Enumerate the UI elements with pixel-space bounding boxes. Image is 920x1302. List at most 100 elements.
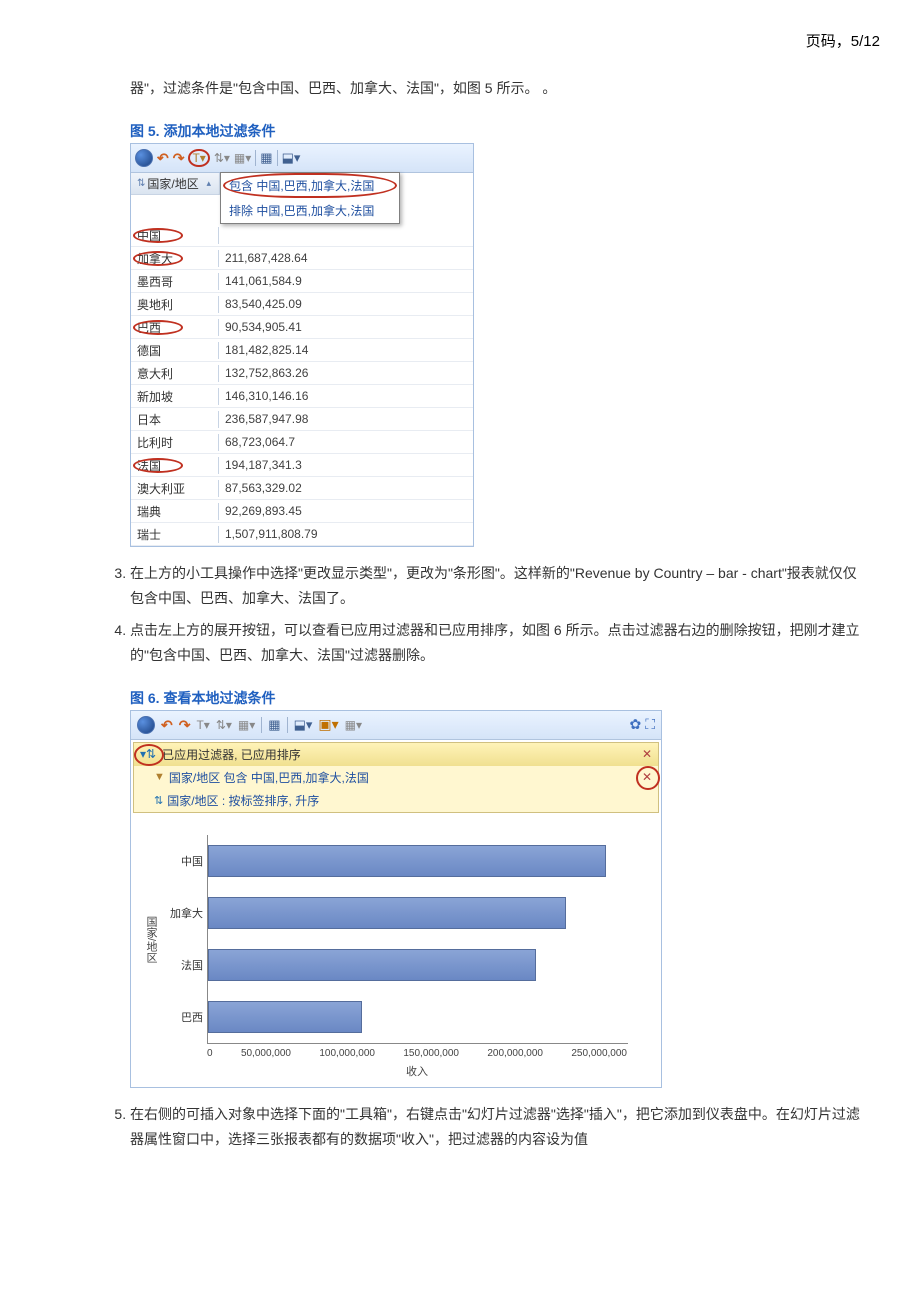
country-cell[interactable]: 比利时: [131, 434, 219, 451]
expand-icon[interactable]: ⛶: [645, 716, 655, 733]
column-header-country[interactable]: ⇅ 国家/地区 ▴: [131, 173, 219, 195]
value-cell: 132,752,863.26: [219, 366, 473, 380]
instruction-list-2: 在右侧的可插入对象中选择下面的"工具箱"，右键点击"幻灯片过滤器"选择"插入"，…: [100, 1102, 860, 1152]
value-cell: 90,534,905.41: [219, 320, 473, 334]
applied-filters-title-bar[interactable]: ▾⇅ 已应用过滤器, 已应用排序 ✕: [134, 743, 658, 766]
value-cell: 83,540,425.09: [219, 297, 473, 311]
gear-icon[interactable]: ✿: [629, 716, 641, 733]
menu-item-exclude[interactable]: 排除 中国,巴西,加拿大,法国: [221, 198, 399, 223]
value-cell: 87,563,329.02: [219, 481, 473, 495]
filter-toolbar-icon[interactable]: T▾: [196, 718, 209, 732]
country-cell[interactable]: 中国: [131, 227, 219, 244]
property-icon[interactable]: ▣▾: [318, 716, 338, 733]
figure-5-caption: 图 5. 添加本地过滤条件: [130, 121, 880, 141]
chart-type-icon[interactable]: ⬓▾: [294, 717, 313, 733]
country-cell[interactable]: 加拿大: [131, 250, 219, 267]
table-row: 中国: [131, 224, 473, 247]
grid-icon[interactable]: ▦: [268, 717, 280, 733]
country-cell[interactable]: 意大利: [131, 365, 219, 382]
table-row: 瑞典92,269,893.45: [131, 500, 473, 523]
table-row: 意大利132,752,863.26: [131, 362, 473, 385]
filter-icon[interactable]: T▾: [188, 149, 209, 167]
sort-toolbar-icon[interactable]: ⇅▾: [216, 718, 232, 732]
delete-filter-icon[interactable]: ✕: [642, 770, 652, 784]
country-cell[interactable]: 墨西哥: [131, 273, 219, 290]
value-cell: 181,482,825.14: [219, 343, 473, 357]
chart-x-tick: 250,000,000: [571, 1048, 627, 1059]
chart-bar: [208, 897, 566, 929]
toolbar-separator: [255, 150, 256, 166]
highlight-oval: [134, 744, 164, 766]
country-cell[interactable]: 瑞典: [131, 503, 219, 520]
table-row: 澳大利亚87,563,329.02: [131, 477, 473, 500]
menu-item-include[interactable]: 包含 中国,巴西,加拿大,法国: [221, 173, 399, 198]
chart-category-label: 巴西: [159, 991, 207, 1043]
table-row: 加拿大211,687,428.64: [131, 247, 473, 270]
back-icon[interactable]: [135, 149, 153, 167]
chart-bar: [208, 949, 536, 981]
chart-y-axis-label: 国家/地区: [141, 835, 159, 1044]
sort-indicator-icon: ⇅: [137, 178, 145, 189]
country-cell[interactable]: 瑞士: [131, 526, 219, 543]
redo-icon[interactable]: ↷: [173, 151, 185, 165]
table-row: 巴西90,534,905.41: [131, 316, 473, 339]
country-cell[interactable]: 新加坡: [131, 388, 219, 405]
country-cell[interactable]: 法国: [131, 457, 219, 474]
chart-category-label: 加拿大: [159, 887, 207, 939]
back-icon[interactable]: [137, 716, 155, 734]
redo-icon[interactable]: ↷: [179, 718, 191, 732]
applied-sort-text: 国家/地区 : 按标签排序, 升序: [167, 792, 319, 809]
display-icon[interactable]: ▦▾: [345, 718, 362, 732]
table-row: 奥地利83,540,425.09: [131, 293, 473, 316]
grid-icon[interactable]: ▦: [260, 150, 272, 166]
table-row: 瑞士1,507,911,808.79: [131, 523, 473, 546]
country-cell[interactable]: 奥地利: [131, 296, 219, 313]
step-5: 在右侧的可插入对象中选择下面的"工具箱"，右键点击"幻灯片过滤器"选择"插入"，…: [130, 1102, 860, 1152]
step-4: 点击左上方的展开按钮，可以查看已应用过滤器和已应用排序，如图 6 所示。点击过滤…: [130, 618, 860, 668]
table-row: 日本236,587,947.98: [131, 408, 473, 431]
calc-icon[interactable]: ▦▾: [238, 718, 255, 732]
table-row: 德国181,482,825.14: [131, 339, 473, 362]
sort-toolbar-icon[interactable]: ⇅▾: [214, 151, 230, 165]
close-panel-icon[interactable]: ✕: [642, 747, 652, 761]
value-cell: 92,269,893.45: [219, 504, 473, 518]
table-row: 新加坡146,310,146.16: [131, 385, 473, 408]
toolbar-separator: [261, 717, 262, 733]
calc-icon[interactable]: ▦▾: [234, 151, 251, 165]
toolbar-separator-2: [287, 717, 288, 733]
chart-x-tick: 50,000,000: [241, 1048, 291, 1059]
chart-category-label: 法国: [159, 939, 207, 991]
step-3: 在上方的小工具操作中选择"更改显示类型"，更改为"条形图"。这样新的"Reven…: [130, 561, 860, 611]
country-cell[interactable]: 德国: [131, 342, 219, 359]
highlight-oval: [636, 766, 660, 790]
chart-type-icon[interactable]: ⬓▾: [282, 150, 301, 166]
bar-chart: 国家/地区 中国加拿大法国巴西 0 50,000,000 100,000,000 15…: [131, 815, 661, 1087]
undo-icon[interactable]: ↶: [157, 151, 169, 165]
figure-5-screenshot: ↶ ↷ T▾ ⇅▾ ▦▾ ▦ ⬓▾ ⇅ 国家/地区 ▴ 包含 中国,巴西,加拿大…: [130, 143, 474, 547]
intro-paragraph: 器"，过滤条件是"包含中国、巴西、加拿大、法国"，如图 5 所示。 。: [130, 76, 860, 101]
country-cell[interactable]: 巴西: [131, 319, 219, 336]
value-cell: 194,187,341.3: [219, 458, 473, 472]
chart-x-axis-label: 收入: [207, 1063, 627, 1079]
undo-icon[interactable]: ↶: [161, 718, 173, 732]
country-cell[interactable]: 日本: [131, 411, 219, 428]
value-cell: 141,061,584.9: [219, 274, 473, 288]
applied-filter-text: 国家/地区 包含 中国,巴西,加拿大,法国: [169, 769, 369, 786]
chart-x-tick: 100,000,000: [319, 1048, 375, 1059]
value-cell: 68,723,064.7: [219, 435, 473, 449]
applied-filters-title: 已应用过滤器, 已应用排序: [162, 746, 301, 763]
applied-filters-panel: ▾⇅ 已应用过滤器, 已应用排序 ✕ ▼ 国家/地区 包含 中国,巴西,加拿大,…: [133, 742, 659, 813]
table-row: 比利时68,723,064.7: [131, 431, 473, 454]
instruction-list: 在上方的小工具操作中选择"更改显示类型"，更改为"条形图"。这样新的"Reven…: [100, 561, 860, 668]
page-number: 页码，5/12: [40, 30, 880, 51]
chart-x-tick: 0: [207, 1048, 213, 1059]
figure-5-toolbar: ↶ ↷ T▾ ⇅▾ ▦▾ ▦ ⬓▾: [131, 144, 473, 173]
country-cell[interactable]: 澳大利亚: [131, 480, 219, 497]
chart-bar: [208, 1001, 362, 1033]
figure-6-screenshot: ↶ ↷ T▾ ⇅▾ ▦▾ ▦ ⬓▾ ▣▾ ▦▾ ✿ ⛶ ▾⇅ 已应用过滤器, 已…: [130, 710, 662, 1088]
chart-x-tick: 150,000,000: [403, 1048, 459, 1059]
toolbar-separator-2: [277, 150, 278, 166]
applied-filter-row: ▼ 国家/地区 包含 中国,巴西,加拿大,法国 ✕: [134, 766, 658, 789]
chart-category-label: 中国: [159, 835, 207, 887]
sort-icon: ⇅: [154, 794, 163, 807]
